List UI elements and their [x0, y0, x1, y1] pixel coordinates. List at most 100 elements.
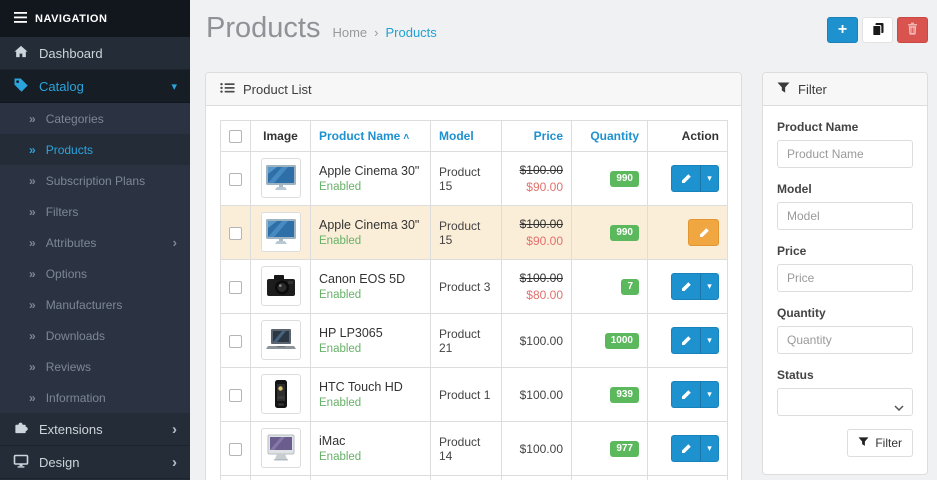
product-image-imac — [261, 428, 301, 468]
product-name: iMac — [319, 434, 422, 448]
product-name: Apple Cinema 30" — [319, 164, 422, 178]
edit-button[interactable] — [671, 165, 700, 192]
row-select-checkbox[interactable] — [229, 443, 242, 456]
price-current: $100.00 — [510, 388, 563, 402]
edit-dropdown-toggle[interactable]: ▾ — [700, 435, 719, 462]
monitor-icon — [13, 454, 29, 471]
row-select-checkbox[interactable] — [229, 227, 242, 240]
double-angle-right-icon: » — [29, 236, 36, 250]
price-current: $100.00 — [510, 334, 563, 348]
filter-panel: Filter Product Name Model Price Quantity… — [762, 72, 928, 475]
sidebar-item-attributes[interactable]: » Attributes › — [0, 227, 190, 258]
product-model: Product 1 — [431, 368, 502, 422]
chevron-down-icon: ▾ — [171, 80, 177, 93]
filter-status-label: Status — [777, 368, 913, 382]
price-new: $90.00 — [510, 180, 563, 194]
breadcrumb-home[interactable]: Home — [332, 25, 367, 40]
row-select-checkbox[interactable] — [229, 389, 242, 402]
product-status: Enabled — [319, 397, 422, 409]
product-image-monitor — [261, 212, 301, 252]
breadcrumb-separator: › — [374, 25, 378, 40]
filter-panel-body: Product Name Model Price Quantity Status — [763, 106, 927, 471]
edit-button-active[interactable] — [688, 219, 719, 246]
column-header-product-name[interactable]: Product Name˄ — [311, 121, 431, 152]
edit-dropdown-toggle[interactable]: ▾ — [700, 327, 719, 354]
column-header-quantity[interactable]: Quantity — [572, 121, 648, 152]
column-header-price[interactable]: Price — [502, 121, 572, 152]
catalog-submenu: » Categories » Products » Subscription P… — [0, 103, 190, 413]
sidebar-item-products[interactable]: » Products — [0, 134, 190, 165]
product-status: Enabled — [319, 235, 422, 247]
breadcrumb-current[interactable]: Products — [385, 25, 436, 40]
sidebar-item-downloads[interactable]: » Downloads — [0, 320, 190, 351]
sidebar-item-reviews[interactable]: » Reviews — [0, 351, 190, 382]
page-title: Products — [206, 12, 320, 45]
quantity-badge: 977 — [610, 441, 639, 457]
row-select-checkbox[interactable] — [229, 173, 242, 186]
edit-dropdown-toggle[interactable]: ▾ — [700, 273, 719, 300]
sidebar-item-label: Products — [46, 143, 177, 157]
add-product-button[interactable]: + — [827, 17, 858, 43]
main-content: Products Home › Products + Product List — [190, 0, 937, 480]
home-icon — [13, 45, 29, 61]
product-model: Product 15 — [431, 152, 502, 206]
sidebar-item-design[interactable]: Design › — [0, 446, 190, 479]
sidebar-item-label: Categories — [46, 112, 177, 126]
row-select-checkbox[interactable] — [229, 281, 242, 294]
product-image-laptop — [261, 320, 301, 360]
copy-product-button[interactable] — [862, 17, 893, 43]
sidebar-item-label: Reviews — [46, 360, 177, 374]
sidebar-item-label: Extensions — [39, 422, 162, 437]
edit-dropdown-toggle[interactable]: ▾ — [700, 381, 719, 408]
quantity-badge: 990 — [610, 225, 639, 241]
double-angle-right-icon: » — [29, 205, 36, 219]
table-row-highlighted: Apple Cinema 30"Enabled Product 15 $100.… — [221, 206, 728, 260]
sidebar-item-label: Subscription Plans — [46, 174, 177, 188]
edit-button[interactable] — [671, 381, 700, 408]
delete-product-button[interactable] — [897, 17, 928, 43]
edit-button[interactable] — [671, 327, 700, 354]
price-old: $100.00 — [510, 271, 563, 285]
sidebar-item-extensions[interactable]: Extensions › — [0, 413, 190, 446]
filter-quantity-input[interactable] — [777, 326, 913, 354]
list-icon — [220, 82, 235, 97]
sidebar-item-manufacturers[interactable]: » Manufacturers — [0, 289, 190, 320]
edit-dropdown-toggle[interactable]: ▾ — [700, 165, 719, 192]
filter-status-select[interactable] — [777, 388, 913, 416]
sidebar-item-dashboard[interactable]: Dashboard — [0, 37, 190, 70]
filter-product-name-input[interactable] — [777, 140, 913, 168]
filter-apply-button[interactable]: Filter — [847, 429, 913, 457]
row-select-checkbox[interactable] — [229, 335, 242, 348]
sidebar: NAVIGATION Dashboard Catalog ▾ » Categor… — [0, 0, 190, 480]
filter-model-input[interactable] — [777, 202, 913, 230]
sidebar-item-catalog[interactable]: Catalog ▾ — [0, 70, 190, 103]
sidebar-item-subscription-plans[interactable]: » Subscription Plans — [0, 165, 190, 196]
product-image-monitor — [261, 158, 301, 198]
filter-product-name-label: Product Name — [777, 120, 913, 134]
sidebar-item-information[interactable]: » Information — [0, 382, 190, 413]
quantity-badge: 1000 — [605, 333, 639, 349]
chevron-right-icon: › — [173, 236, 177, 249]
sidebar-item-options[interactable]: » Options — [0, 258, 190, 289]
select-all-checkbox[interactable] — [229, 130, 242, 143]
double-angle-right-icon: » — [29, 267, 36, 281]
action-button-group: ▾ — [671, 435, 719, 462]
sidebar-item-label: Downloads — [46, 329, 177, 343]
column-header-model[interactable]: Model — [431, 121, 502, 152]
double-angle-right-icon: » — [29, 298, 36, 312]
table-row: Canon EOS 5DEnabled Product 3 $100.00$80… — [221, 260, 728, 314]
edit-button[interactable] — [671, 435, 700, 462]
hamburger-icon[interactable] — [14, 12, 27, 26]
breadcrumb: Home › Products — [332, 25, 436, 40]
product-status: Enabled — [319, 289, 422, 301]
product-name: Apple Cinema 30" — [319, 218, 422, 232]
sidebar-item-categories[interactable]: » Categories — [0, 103, 190, 134]
table-row: iMacEnabled Product 14 $100.00 977 ▾ — [221, 422, 728, 476]
puzzle-icon — [13, 420, 29, 438]
filter-price-label: Price — [777, 244, 913, 258]
edit-button[interactable] — [671, 273, 700, 300]
sidebar-item-filters[interactable]: » Filters — [0, 196, 190, 227]
sidebar-navigation-header: NAVIGATION — [0, 0, 190, 37]
sidebar-item-label: Information — [46, 391, 177, 405]
filter-price-input[interactable] — [777, 264, 913, 292]
